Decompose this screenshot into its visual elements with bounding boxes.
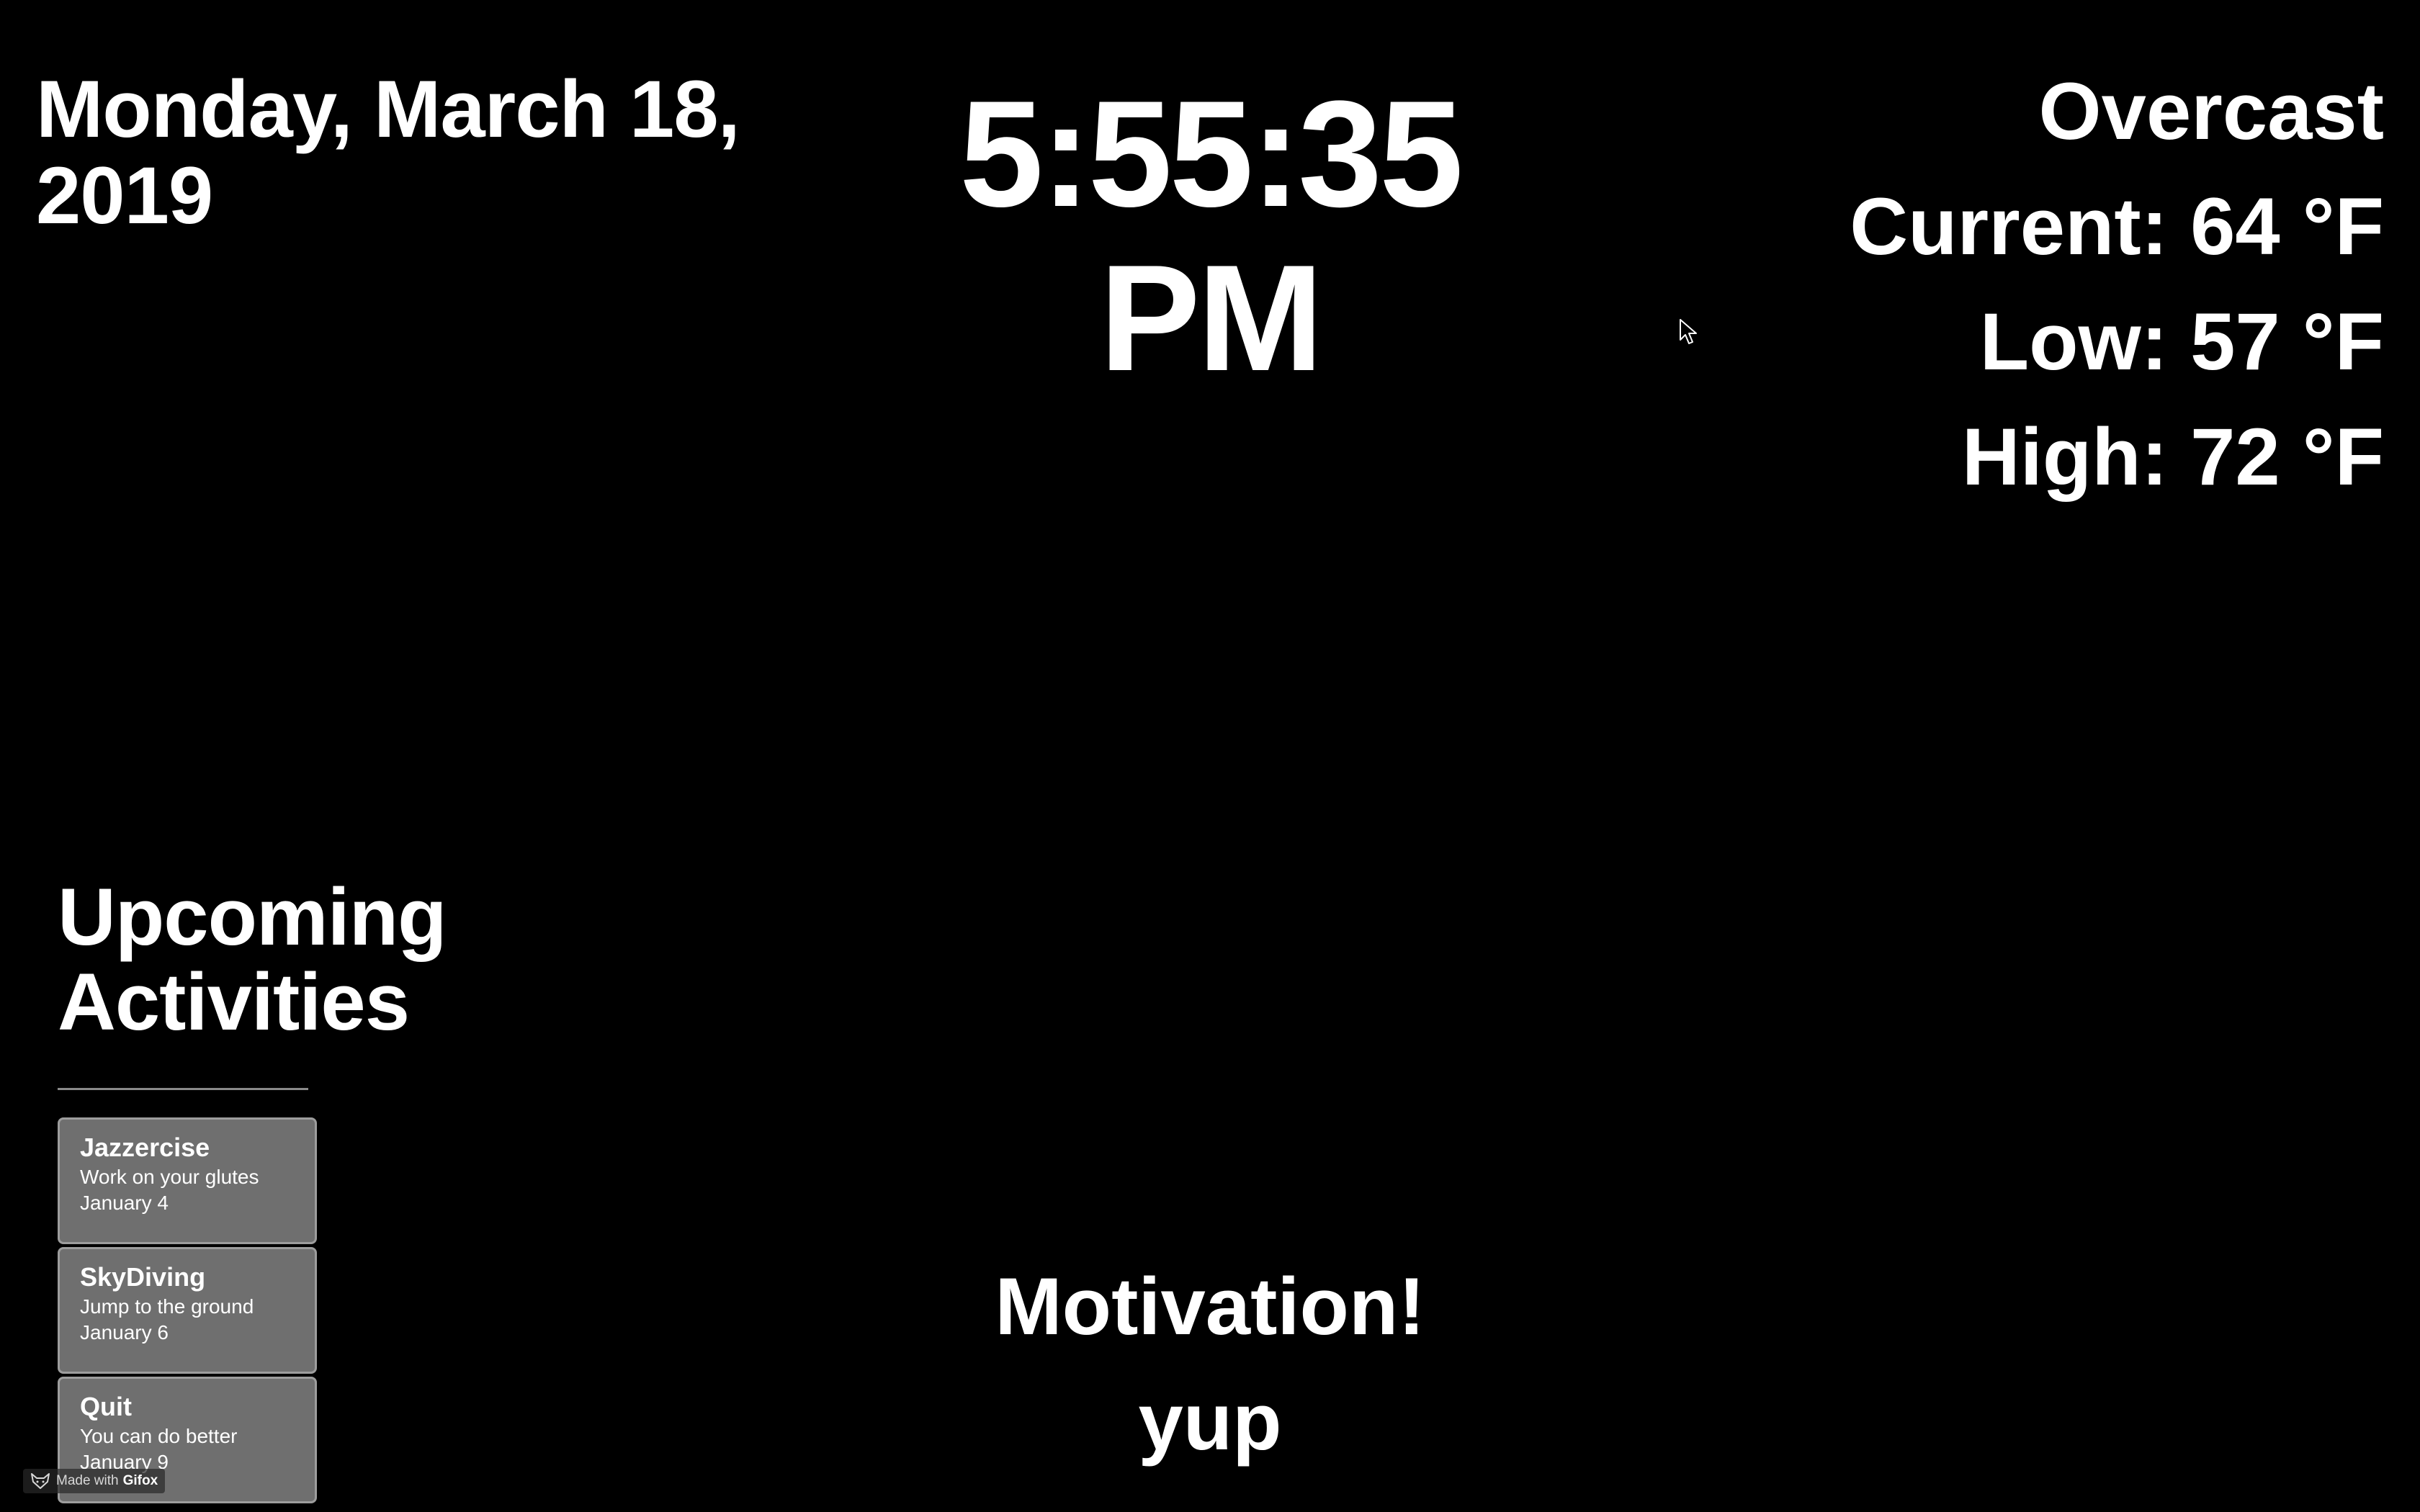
activity-description: Jump to the ground xyxy=(80,1295,254,1318)
weather-condition: Overcast xyxy=(2038,66,2384,156)
date-display: Monday, March 18, 2019 xyxy=(36,66,828,239)
activity-description: Work on your glutes xyxy=(80,1166,259,1188)
activity-date: January 6 xyxy=(80,1321,169,1344)
weather-panel: Overcast Current: 64 °F Low: 57 °F High:… xyxy=(1592,65,2384,526)
clock-display: 5:55:35 PM xyxy=(850,72,1570,400)
activity-date: January 4 xyxy=(80,1192,169,1214)
activities-heading-line-1: Upcoming xyxy=(58,872,447,962)
weather-low: Low: 57 °F xyxy=(1979,297,2384,387)
activity-title: Quit xyxy=(80,1392,132,1421)
activity-title: Jazzercise xyxy=(80,1133,210,1162)
gifox-watermark: Made with Gifox xyxy=(23,1469,166,1493)
date-line-2: 2019 xyxy=(36,150,213,240)
watermark-prefix: Made with xyxy=(56,1473,119,1488)
activity-list: Jazzercise Work on your glutes January 4… xyxy=(58,1117,317,1503)
activity-description: You can do better xyxy=(80,1425,238,1447)
activity-card[interactable]: Jazzercise Work on your glutes January 4 xyxy=(58,1117,317,1244)
dashboard-page: Monday, March 18, 2019 5:55:35 PM Overca… xyxy=(0,0,2420,1512)
clock-time: 5:55:35 xyxy=(959,69,1464,238)
weather-high: High: 72 °F xyxy=(1961,412,2384,502)
fox-icon xyxy=(31,1473,50,1489)
motivation-title: Motivation! xyxy=(995,1261,1425,1351)
activity-title: SkyDiving xyxy=(80,1262,206,1292)
motivation-quote: yup xyxy=(1138,1377,1282,1467)
motivation-panel: Motivation! yup xyxy=(850,1253,1570,1476)
activity-card[interactable]: SkyDiving Jump to the ground January 6 xyxy=(58,1247,317,1374)
activities-heading: Upcoming Activities xyxy=(58,875,562,1045)
upcoming-activities-panel: Upcoming Activities Jazzercise Work on y… xyxy=(58,875,562,1506)
activities-heading-line-2: Activities xyxy=(58,957,410,1047)
date-line-1: Monday, March 18, xyxy=(36,64,740,154)
watermark-brand: Gifox xyxy=(122,1473,158,1488)
weather-current: Current: 64 °F xyxy=(1850,181,2384,271)
clock-period: PM xyxy=(1099,233,1324,402)
activities-divider xyxy=(58,1088,308,1090)
mouse-pointer-icon xyxy=(1680,319,1697,344)
